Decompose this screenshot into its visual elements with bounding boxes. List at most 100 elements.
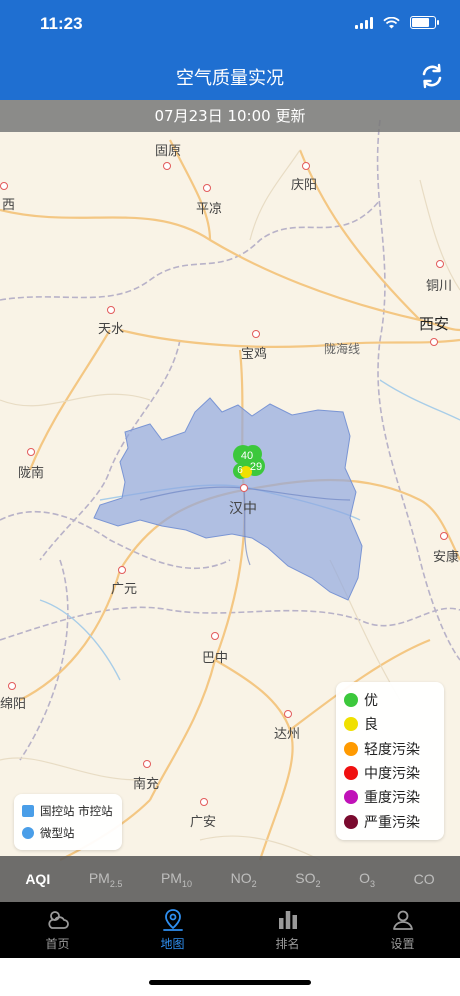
station-legend-row-national: 国控站 市控站 [22,800,114,822]
aqi-marker-29: 29 [250,461,262,473]
city-dot-nanchong [143,760,151,768]
city-label-tongchuan: 铜川 [426,279,453,294]
city-dot-guyuan [163,162,171,170]
circle-station-icon [22,827,34,839]
tab-home-label: 首页 [45,937,70,951]
pm10-sub: 10 [181,878,192,889]
signal-icon [355,16,373,29]
status-icons [355,16,439,29]
update-time-bar: 07月23日 10:00 更新 [0,100,460,132]
pollutant-tab-so2[interactable]: SO2 [295,870,320,889]
o3-sub: 3 [370,878,376,889]
pollutant-tab-o3[interactable]: O3 [359,870,375,889]
city-label-baoji: 宝鸡 [241,347,268,362]
page-title: 空气质量实况 [176,68,284,89]
tab-home[interactable]: 首页 [0,902,115,958]
no2-base: NO [230,869,252,886]
city-label-guangyuan: 广元 [111,582,138,597]
legend-color-dot [344,814,358,829]
legend-color-dot [344,741,358,756]
city-label-xi: 西 [2,198,16,213]
pollutant-tab-pm10[interactable]: PM10 [161,870,192,889]
legend-item: 良 [344,712,436,736]
pollutant-tab-no2[interactable]: NO2 [231,870,257,889]
city-dot-qingyang [302,162,310,170]
city-label-hanzhong: 汉中 [229,501,257,517]
home-indicator-area [0,958,460,996]
tab-map[interactable]: 地图 [115,902,230,958]
legend-color-dot [344,790,358,805]
legend-label: 优 [364,693,378,710]
legend-item: 优 [344,688,436,712]
city-dot-baoji [252,330,260,338]
bar-chart-icon [278,911,297,929]
square-station-icon [22,805,34,817]
city-dot-longnan [27,448,35,456]
city-label-ankang: 安康 [433,550,460,565]
so2-sub: 2 [315,878,321,889]
city-dot-ankang [440,532,448,540]
aqi-level-legend: 优 良 轻度污染 中度污染 重度污染 严重污染 [336,682,444,840]
station-legend-micro-label: 微型站 [40,826,75,840]
aqi-station-cluster[interactable]: 40 29 6 [225,439,275,489]
tab-settings[interactable]: 设置 [345,902,460,958]
tab-map-label: 地图 [160,937,185,951]
city-dot-guangan [200,798,208,806]
wifi-icon [383,16,400,28]
city-label-guangan: 广安 [190,815,217,830]
battery-icon [410,16,439,29]
station-legend-national-label: 国控站 市控站 [40,804,113,818]
city-dot-mianyang [8,682,16,690]
city-dot-guangyuan [118,566,126,574]
station-type-legend: 国控站 市控站 微型站 [14,794,122,850]
o3-base: O [359,869,371,886]
city-dot-tianshui [107,306,115,314]
railway-label-longhai: 陇海线 [324,342,361,356]
city-label-dazhou: 达州 [274,727,301,742]
pm25-sub: 2.5 [109,878,123,889]
pollutant-selector: AQI PM2.5 PM10 NO2 SO2 O3 CO [0,856,460,902]
so2-base: SO [295,869,316,886]
legend-color-dot [344,693,358,708]
refresh-icon[interactable] [418,62,446,90]
city-dot-xian [430,338,438,346]
pollutant-tab-aqi[interactable]: AQI [25,871,50,887]
city-dot-tongchuan [436,260,444,268]
legend-item: 严重污染 [344,809,436,833]
tab-rank[interactable]: 排名 [230,902,345,958]
city-label-nanchong: 南充 [133,777,160,792]
legend-color-dot [344,717,358,732]
city-dot-bazhong [211,632,219,640]
home-indicator [149,980,311,985]
city-label-xian: 西安 [419,315,450,333]
aqi-marker-6: 6 [237,465,243,476]
pm25-base: PM [88,869,110,886]
tab-rank-label: 排名 [275,937,300,951]
city-dot-dazhou [284,710,292,718]
bottom-tab-bar: 首页 地图 排名 设置 [0,902,460,958]
city-dot-xi [0,182,8,190]
tab-settings-label: 设置 [390,937,415,951]
legend-item: 中度污染 [344,761,436,785]
pollutant-tab-pm25[interactable]: PM2.5 [89,870,123,889]
map-pin-icon [162,909,183,931]
legend-item: 轻度污染 [344,737,436,761]
pollutant-tab-co[interactable]: CO [414,871,435,887]
station-legend-row-micro: 微型站 [22,822,114,844]
city-label-longnan: 陇南 [18,466,45,481]
legend-color-dot [344,766,358,781]
no2-sub: 2 [251,878,257,889]
status-bar: 11:23 [0,0,460,50]
nav-bar: 空气质量实况 [0,50,460,100]
city-label-mianyang: 绵阳 [0,697,27,712]
city-label-guyuan: 固原 [155,144,182,159]
status-time: 11:23 [40,14,83,33]
city-label-pingliang: 平凉 [196,202,223,217]
pm10-base: PM [160,869,182,886]
city-label-bazhong: 巴中 [202,651,229,666]
legend-label: 良 [364,717,378,734]
legend-item: 重度污染 [344,785,436,809]
legend-label: 严重污染 [364,814,420,831]
legend-label: 中度污染 [364,766,420,783]
city-label-tianshui: 天水 [98,322,125,337]
